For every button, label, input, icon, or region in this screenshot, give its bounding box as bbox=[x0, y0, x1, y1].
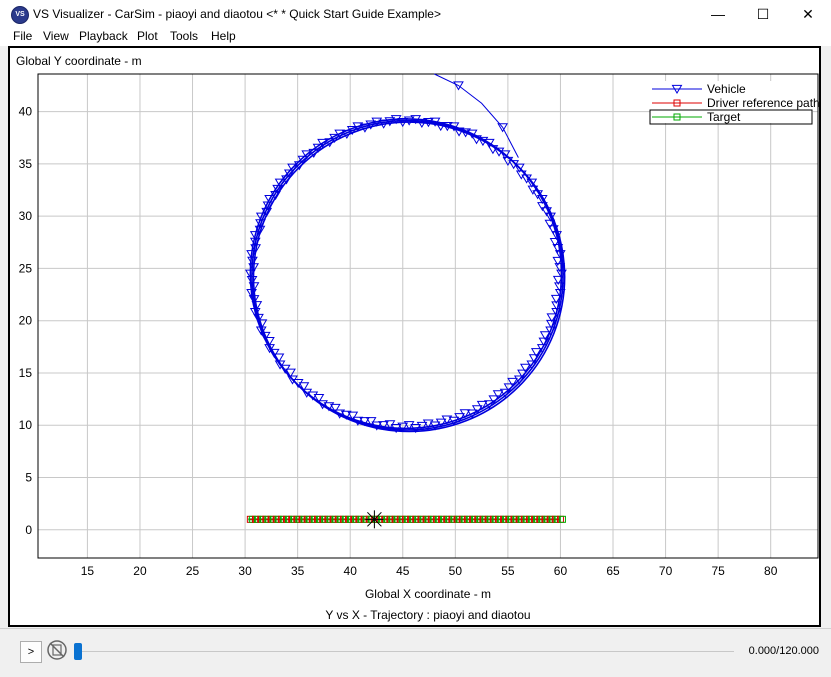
x-tick-label: 35 bbox=[291, 564, 305, 578]
plot-title: Y vs X - Trajectory : piaoyi and diaotou bbox=[325, 608, 530, 622]
play-button[interactable]: > bbox=[20, 641, 42, 663]
y-tick-label: 15 bbox=[19, 366, 33, 380]
minimize-button[interactable]: — bbox=[695, 0, 741, 28]
x-tick-label: 15 bbox=[81, 564, 95, 578]
plot-frame: Global Y coordinate - m 15 20 25 30 35 40 45 50… bbox=[8, 46, 821, 627]
vehicle-marker bbox=[492, 390, 504, 400]
y-tick-label: 0 bbox=[25, 523, 32, 537]
playback-bar: > 0.000/120.000 bbox=[0, 628, 831, 677]
window-title: VS Visualizer - CarSim - piaoyi and diao… bbox=[33, 7, 441, 21]
close-button[interactable]: ✕ bbox=[785, 0, 831, 28]
y-tick-label: 40 bbox=[19, 105, 33, 119]
x-axis-title: Global X coordinate - m bbox=[365, 587, 491, 601]
time-readout: 0.000/120.000 bbox=[748, 645, 819, 657]
x-tick-label: 60 bbox=[554, 564, 568, 578]
plot-area-border bbox=[37, 73, 819, 559]
x-tick-label: 80 bbox=[764, 564, 778, 578]
x-tick-label: 55 bbox=[501, 564, 515, 578]
timeline-track[interactable] bbox=[74, 651, 734, 652]
y-tick-label: 30 bbox=[19, 209, 33, 223]
x-tick-label: 50 bbox=[449, 564, 463, 578]
timeline-thumb[interactable] bbox=[74, 643, 82, 660]
legend-driver-reference-path-label: Driver reference path bbox=[707, 96, 819, 110]
y-tick-label: 35 bbox=[19, 157, 33, 171]
menu-view[interactable]: View bbox=[43, 29, 69, 43]
menu-plot[interactable]: Plot bbox=[137, 29, 158, 43]
x-tick-label: 65 bbox=[606, 564, 620, 578]
menu-tools[interactable]: Tools bbox=[170, 29, 198, 43]
x-tick-label: 45 bbox=[396, 564, 410, 578]
vehicle-exit-path bbox=[434, 73, 519, 158]
x-tick-label: 40 bbox=[344, 564, 358, 578]
maximize-button[interactable]: ☐ bbox=[740, 0, 786, 28]
x-tick-label: 30 bbox=[238, 564, 252, 578]
legend-target-label: Target bbox=[707, 110, 741, 124]
x-tick-label: 20 bbox=[133, 564, 147, 578]
title-bar: VS VS Visualizer - CarSim - piaoyi and d… bbox=[0, 0, 831, 28]
legend-vehicle-label: Vehicle bbox=[707, 82, 746, 96]
menu-file[interactable]: File bbox=[13, 29, 32, 43]
y-tick-label: 20 bbox=[19, 314, 33, 328]
y-tick-label: 10 bbox=[19, 418, 33, 432]
y-tick-label: 5 bbox=[25, 471, 32, 485]
app-logo-icon: VS bbox=[11, 6, 29, 24]
trajectory-plot[interactable]: 15 20 25 30 35 40 45 50 55 60 65 70 75 80 0 5 10 15 20 25 30… bbox=[10, 48, 819, 625]
y-tick-label: 25 bbox=[19, 261, 33, 275]
menu-help[interactable]: Help bbox=[211, 29, 236, 43]
x-tick-label: 25 bbox=[186, 564, 200, 578]
menu-bar: File View Playback Plot Tools Help bbox=[0, 28, 831, 46]
record-disabled-icon[interactable] bbox=[46, 639, 68, 661]
x-tick-label: 70 bbox=[659, 564, 673, 578]
menu-playback[interactable]: Playback bbox=[79, 29, 128, 43]
x-tick-label: 75 bbox=[711, 564, 725, 578]
